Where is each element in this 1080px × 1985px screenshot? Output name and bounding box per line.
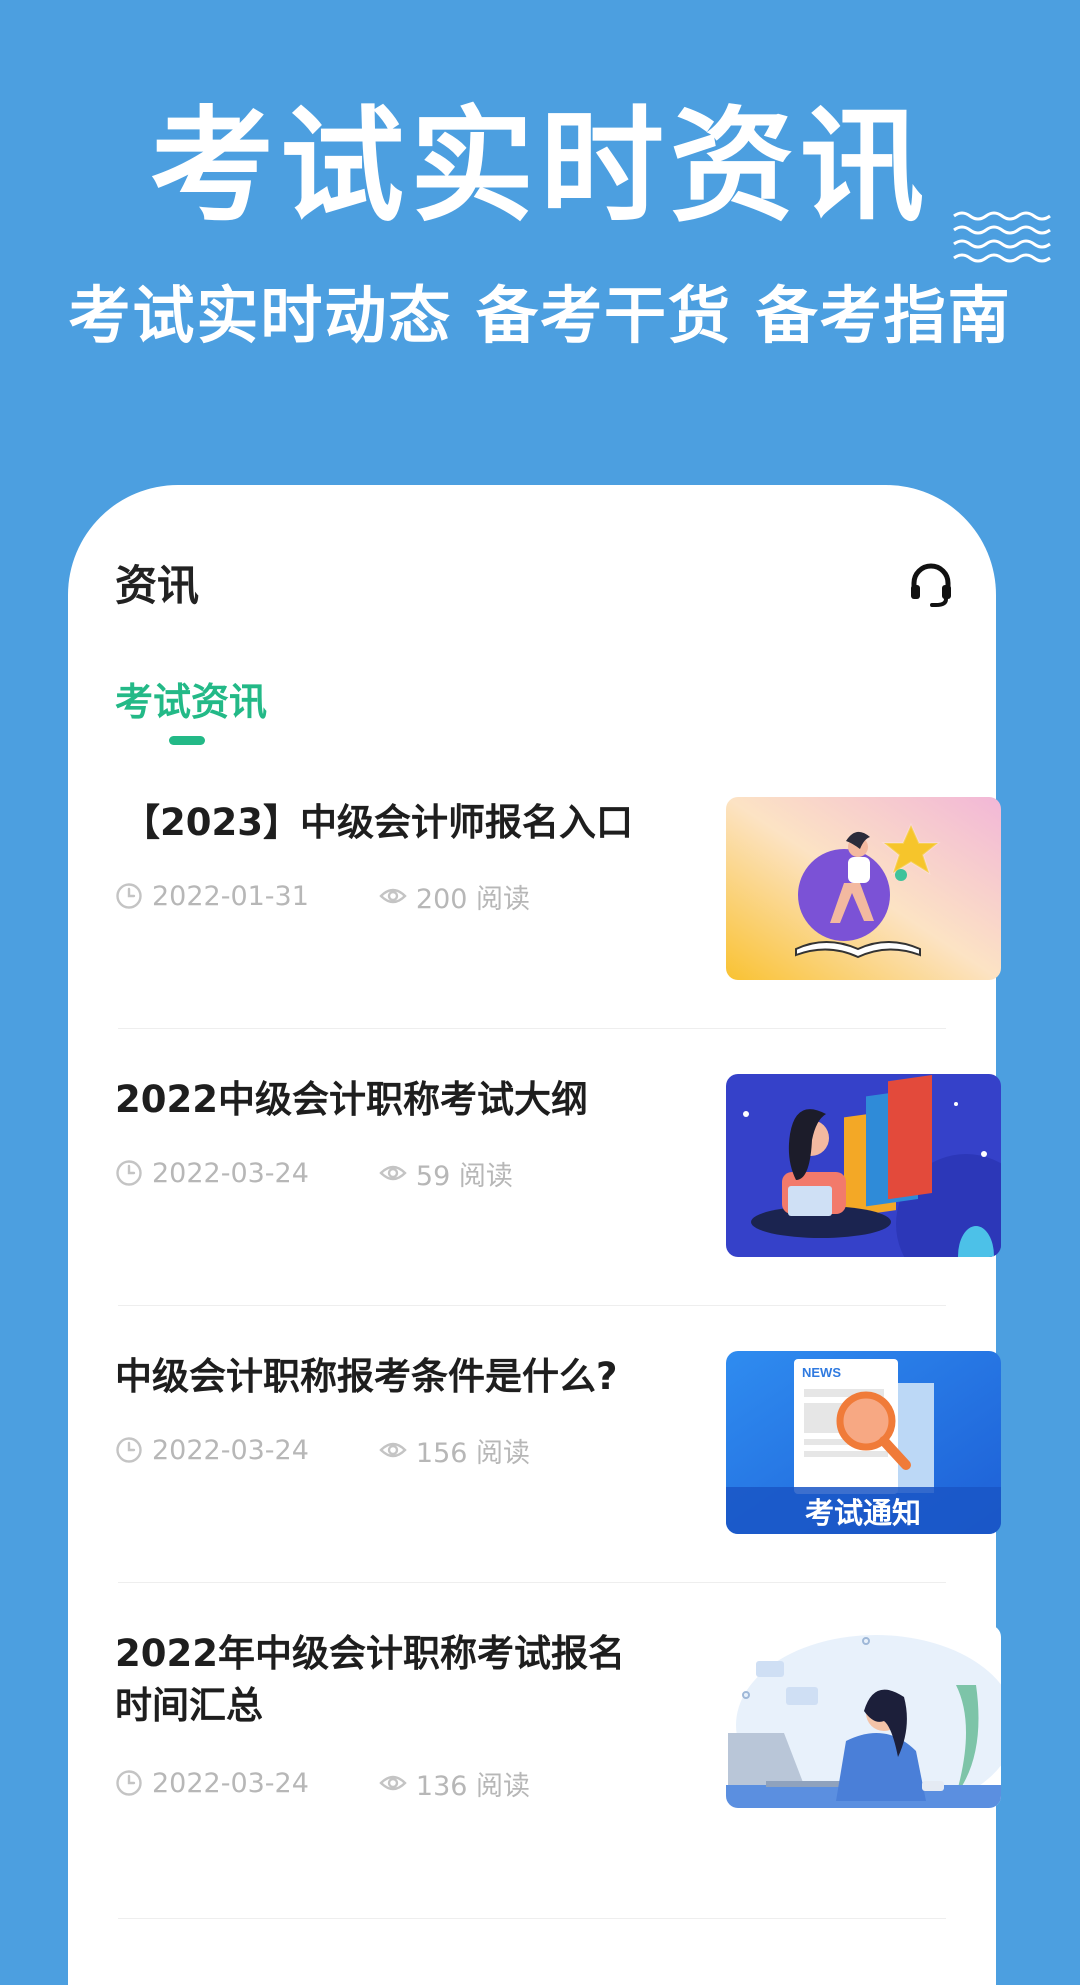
clock-icon [116, 1770, 142, 1796]
article-date-text: 2022-03-24 [152, 1434, 309, 1466]
article-date-text: 2022-01-31 [152, 880, 309, 912]
list-divider [118, 1582, 946, 1583]
tab-active-indicator [169, 736, 205, 745]
thumb-caption: 考试通知 [805, 1496, 921, 1530]
article-thumbnail: NEWS 考试通知 [726, 1351, 1001, 1534]
article-views-text: 156 阅读 [415, 1437, 531, 1469]
article-title: 2022年中级会计职称考试报名时间汇总 [115, 1632, 625, 1727]
article-views: 59 阅读 [379, 1154, 513, 1193]
article-meta: 2022-03-24 156 阅读 [115, 1431, 530, 1470]
article-meta: 2022-03-24 136 阅读 [115, 1764, 530, 1803]
article-date-text: 2022-03-24 [152, 1767, 309, 1799]
headset-icon[interactable] [908, 561, 954, 607]
article-date: 2022-03-24 [115, 1435, 309, 1466]
article-date: 2022-03-24 [115, 1158, 309, 1189]
list-divider [118, 1918, 946, 1919]
thumb-news-tag: NEWS [802, 1365, 841, 1380]
news-list-item[interactable]: 2022年中级会计职称考试报名时间汇总 2022-03-24 136 阅读 [115, 1625, 1001, 1928]
hero-subtitle: 考试实时动态 备考干货 备考指南 [68, 279, 1012, 352]
eye-icon [379, 1165, 407, 1181]
article-thumbnail [726, 1625, 1001, 1808]
article-title: 中级会计职称报考条件是什么? [115, 1355, 618, 1398]
eye-icon [379, 888, 407, 904]
article-title: 2022中级会计职称考试大纲 [115, 1078, 588, 1121]
news-list-item[interactable]: 2022中级会计职称考试大纲 2022-03-24 59 阅读 [115, 1074, 1001, 1314]
news-card: 资讯 考试资讯 【2023】中级会计师报名入口 2022-01-31 200 阅… [68, 485, 1001, 1985]
article-views-text: 200 阅读 [415, 883, 531, 915]
article-views: 156 阅读 [379, 1431, 530, 1470]
article-views-text: 136 阅读 [415, 1770, 531, 1802]
list-divider [118, 1305, 946, 1306]
eye-icon [379, 1775, 407, 1791]
article-meta: 2022-03-24 59 阅读 [115, 1154, 513, 1193]
article-views-text: 59 阅读 [415, 1160, 513, 1192]
clock-icon [116, 1437, 142, 1463]
wave-decoration-icon [953, 211, 1051, 263]
article-date-text: 2022-03-24 [152, 1157, 309, 1189]
page-title: 资讯 [115, 561, 200, 610]
list-divider [118, 1028, 946, 1029]
article-thumbnail [726, 1074, 1001, 1257]
tab-exam-news[interactable]: 考试资讯 [115, 683, 267, 721]
eye-icon [379, 1442, 407, 1458]
news-list-item[interactable]: 中级会计职称报考条件是什么? 2022-03-24 156 阅读 NEWS 考试… [115, 1351, 1001, 1591]
article-date: 2022-03-24 [115, 1768, 309, 1799]
article-views: 200 阅读 [379, 877, 530, 916]
article-thumbnail [726, 797, 1001, 980]
article-meta: 2022-01-31 200 阅读 [115, 877, 530, 916]
hero-title: 考试实时资讯 [149, 95, 930, 239]
clock-icon [116, 883, 142, 909]
article-views: 136 阅读 [379, 1764, 530, 1803]
clock-icon [116, 1160, 142, 1186]
news-list-item[interactable]: 【2023】中级会计师报名入口 2022-01-31 200 阅读 [115, 797, 1001, 1037]
article-date: 2022-01-31 [115, 881, 309, 912]
article-title: 【2023】中级会计师报名入口 [123, 801, 633, 844]
